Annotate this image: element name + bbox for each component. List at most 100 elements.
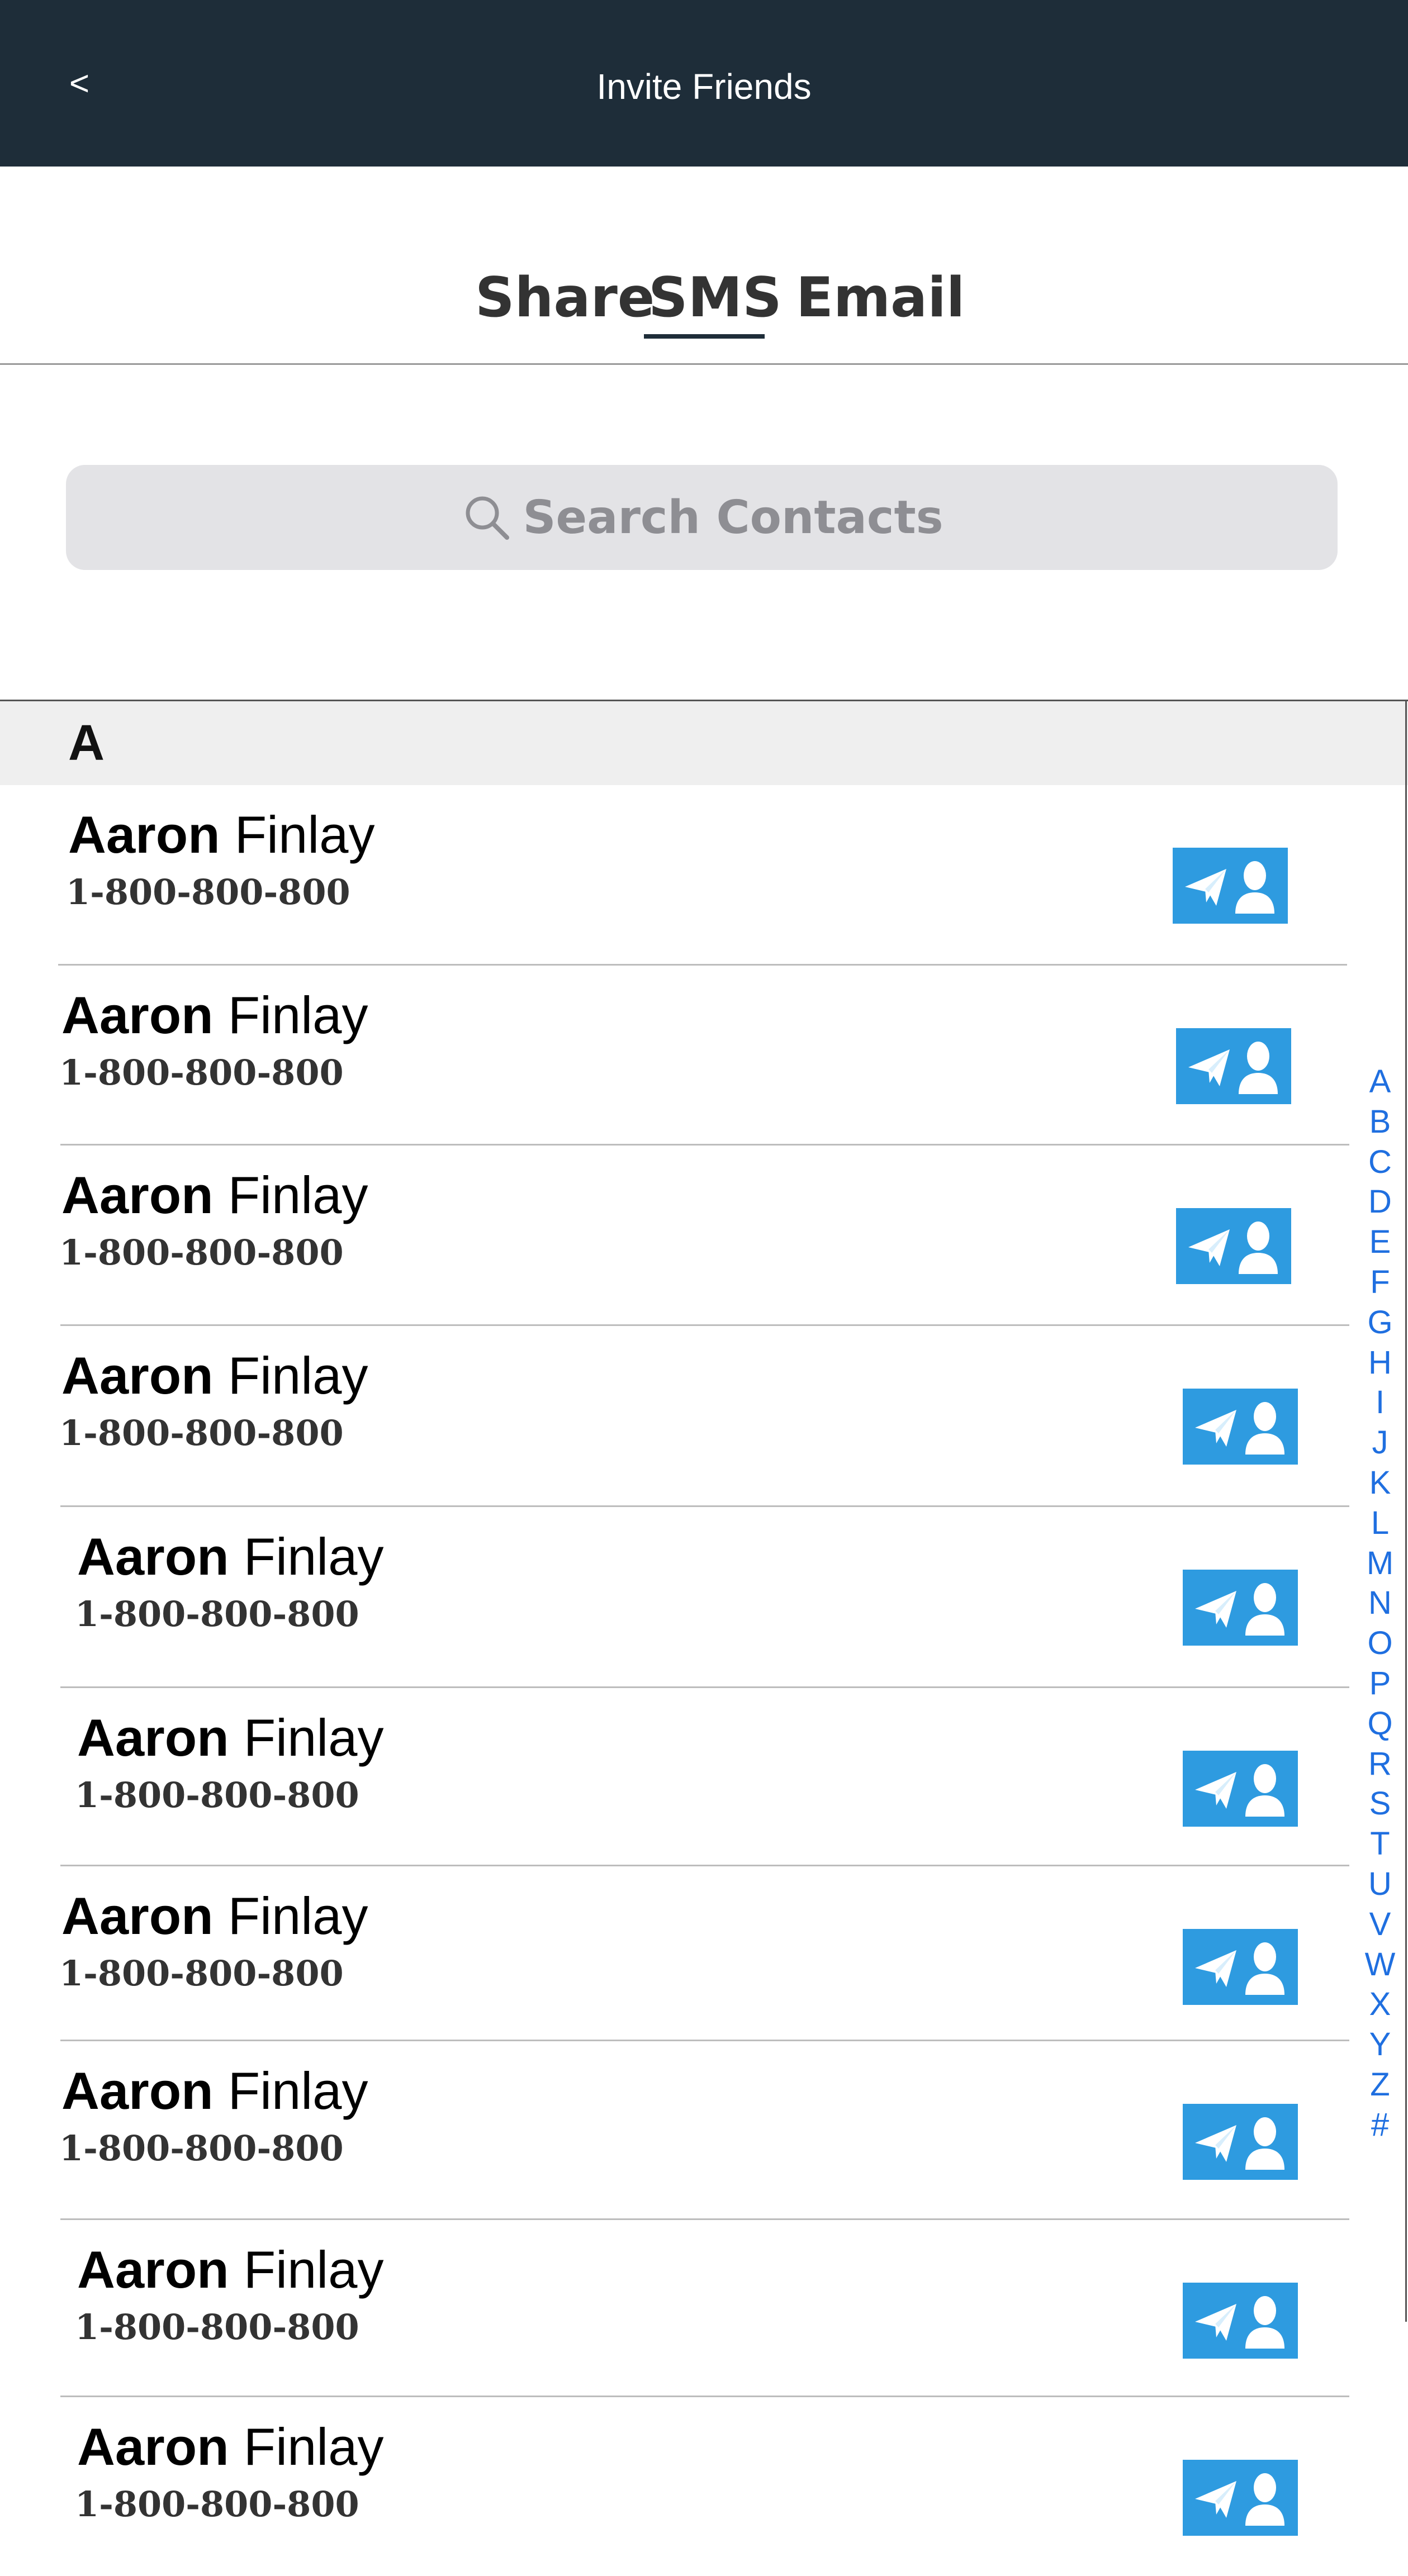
send-invite-icon xyxy=(1195,2296,1284,2349)
alphabet-index-letter[interactable]: I xyxy=(1357,1382,1403,1423)
alphabet-index-letter[interactable]: S xyxy=(1357,1784,1403,1824)
send-invite-button[interactable] xyxy=(1183,1929,1298,2005)
contact-first-name: Aaron xyxy=(77,1708,229,1767)
alphabet-index-letter[interactable]: Y xyxy=(1357,2024,1403,2065)
contact-phone: 1-800-800-800 xyxy=(66,872,350,912)
contact-row[interactable]: Aaron Finlay 1-800-800-800 xyxy=(0,785,1353,964)
contact-phone: 1-800-800-800 xyxy=(59,1953,344,1994)
contact-first-name: Aaron xyxy=(77,2240,229,2299)
send-invite-button[interactable] xyxy=(1176,1208,1291,1284)
send-invite-icon xyxy=(1195,2117,1284,2170)
send-invite-button[interactable] xyxy=(1173,848,1288,924)
send-invite-icon xyxy=(1195,1942,1284,1995)
alphabet-index-letter[interactable]: O xyxy=(1357,1623,1403,1664)
contact-first-name: Aaron xyxy=(77,1527,229,1586)
contact-name: Aaron Finlay xyxy=(61,2060,368,2122)
contact-name: Aaron Finlay xyxy=(77,2416,383,2478)
contact-last-name: Finlay xyxy=(227,1886,368,1945)
contact-name: Aaron Finlay xyxy=(77,2239,383,2301)
alphabet-index[interactable]: A B C D E F G H I J K L M N O P Q R S T U V W X Y Z # xyxy=(1357,1062,1403,2145)
contact-name: Aaron Finlay xyxy=(61,1885,368,1947)
list-right-edge xyxy=(1405,701,1407,2322)
tab-share[interactable]: Share xyxy=(475,267,655,329)
contact-row[interactable]: Aaron Finlay 1-800-800-800 xyxy=(0,2397,1353,2576)
app-header: < Invite Friends xyxy=(0,0,1408,167)
section-header: A xyxy=(0,701,1408,785)
send-invite-button[interactable] xyxy=(1183,1751,1298,1827)
alphabet-index-letter[interactable]: X xyxy=(1357,1984,1403,2024)
contact-first-name: Aaron xyxy=(61,986,214,1044)
tab-email[interactable]: Email xyxy=(796,267,965,329)
alphabet-index-letter[interactable]: A xyxy=(1357,1062,1403,1102)
search-icon xyxy=(466,496,510,540)
alphabet-index-letter[interactable]: J xyxy=(1357,1423,1403,1463)
active-tab-indicator xyxy=(644,334,765,339)
contact-first-name: Aaron xyxy=(61,1346,214,1405)
alphabet-index-letter[interactable]: D xyxy=(1357,1182,1403,1222)
send-invite-button[interactable] xyxy=(1183,2104,1298,2180)
contact-name: Aaron Finlay xyxy=(68,804,374,866)
send-invite-icon xyxy=(1195,1583,1284,1636)
alphabet-index-letter[interactable]: L xyxy=(1357,1503,1403,1543)
contact-phone: 1-800-800-800 xyxy=(75,1775,359,1815)
contact-first-name: Aaron xyxy=(77,2417,229,2476)
contact-row[interactable]: Aaron Finlay 1-800-800-800 xyxy=(0,1866,1353,2045)
contact-row[interactable]: Aaron Finlay 1-800-800-800 xyxy=(0,1688,1353,1867)
alphabet-index-letter[interactable]: P xyxy=(1357,1664,1403,1704)
send-invite-button[interactable] xyxy=(1183,2460,1298,2536)
alphabet-index-letter[interactable]: Z xyxy=(1357,2065,1403,2105)
alphabet-index-letter[interactable]: C xyxy=(1357,1142,1403,1182)
alphabet-index-letter[interactable]: G xyxy=(1357,1303,1403,1343)
alphabet-index-letter[interactable]: T xyxy=(1357,1824,1403,1864)
alphabet-index-letter[interactable]: E xyxy=(1357,1222,1403,1262)
send-invite-icon xyxy=(1195,1402,1284,1455)
alphabet-index-letter[interactable]: F xyxy=(1357,1262,1403,1303)
alphabet-index-letter[interactable]: U xyxy=(1357,1864,1403,1904)
alphabet-index-letter[interactable]: Q xyxy=(1357,1704,1403,1744)
alphabet-index-letter[interactable]: B xyxy=(1357,1102,1403,1142)
contact-last-name: Finlay xyxy=(234,805,375,864)
send-invite-icon xyxy=(1188,1222,1278,1274)
alphabet-index-letter[interactable]: R xyxy=(1357,1744,1403,1784)
send-invite-icon xyxy=(1195,2473,1284,2526)
contact-first-name: Aaron xyxy=(61,1886,214,1945)
contact-name: Aaron Finlay xyxy=(61,1165,368,1226)
send-invite-button[interactable] xyxy=(1183,1389,1298,1465)
alphabet-index-letter[interactable]: N xyxy=(1357,1583,1403,1623)
contact-last-name: Finlay xyxy=(227,1346,368,1405)
contact-row[interactable]: Aaron Finlay 1-800-800-800 xyxy=(0,2041,1353,2220)
send-invite-button[interactable] xyxy=(1183,2283,1298,2359)
send-invite-icon xyxy=(1185,861,1274,914)
search-placeholder: Search Contacts xyxy=(523,491,944,544)
contact-phone: 1-800-800-800 xyxy=(75,1594,359,1634)
contact-phone: 1-800-800-800 xyxy=(59,1232,344,1273)
send-invite-button[interactable] xyxy=(1183,1570,1298,1646)
alphabet-index-letter[interactable]: W xyxy=(1357,1945,1403,1985)
contact-name: Aaron Finlay xyxy=(61,1345,368,1406)
invite-tabs: Share SMS Email xyxy=(0,167,1408,363)
contact-phone: 1-800-800-800 xyxy=(59,1052,344,1093)
search-input[interactable]: Search Contacts xyxy=(66,465,1338,570)
alphabet-index-letter[interactable]: # xyxy=(1357,2105,1403,2145)
alphabet-index-letter[interactable]: H xyxy=(1357,1343,1403,1383)
contact-last-name: Finlay xyxy=(227,2061,368,2120)
tab-sms[interactable]: SMS xyxy=(648,267,782,329)
send-invite-button[interactable] xyxy=(1176,1028,1291,1104)
send-invite-icon xyxy=(1188,1042,1278,1094)
contact-last-name: Finlay xyxy=(243,1708,384,1767)
contact-phone: 1-800-800-800 xyxy=(75,2484,359,2525)
contact-first-name: Aaron xyxy=(68,805,220,864)
contact-row[interactable]: Aaron Finlay 1-800-800-800 xyxy=(0,1146,1353,1324)
alphabet-index-letter[interactable]: K xyxy=(1357,1463,1403,1503)
contact-last-name: Finlay xyxy=(227,986,368,1044)
contact-row[interactable]: Aaron Finlay 1-800-800-800 xyxy=(0,1326,1353,1505)
contact-phone: 1-800-800-800 xyxy=(59,1413,344,1453)
alphabet-index-letter[interactable]: V xyxy=(1357,1904,1403,1945)
alphabet-index-letter[interactable]: M xyxy=(1357,1543,1403,1584)
contact-last-name: Finlay xyxy=(243,2417,384,2476)
contact-last-name: Finlay xyxy=(243,1527,384,1586)
send-invite-icon xyxy=(1195,1764,1284,1817)
contact-row[interactable]: Aaron Finlay 1-800-800-800 xyxy=(0,1507,1353,1686)
contact-row[interactable]: Aaron Finlay 1-800-800-800 xyxy=(0,966,1353,1144)
contact-row[interactable]: Aaron Finlay 1-800-800-800 xyxy=(0,2220,1353,2399)
